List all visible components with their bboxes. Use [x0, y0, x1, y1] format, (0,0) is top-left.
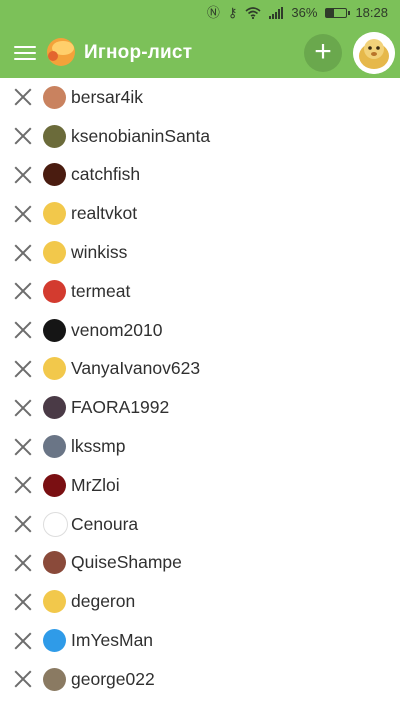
avatar: [43, 124, 66, 148]
ignore-list-item: termeat: [0, 272, 400, 311]
remove-icon[interactable]: [14, 88, 32, 106]
avatar: [43, 667, 66, 691]
remove-icon[interactable]: [14, 244, 32, 262]
avatar: [43, 590, 66, 614]
app-logo: [47, 38, 75, 66]
username[interactable]: catchfish: [71, 164, 140, 185]
avatar: [43, 318, 66, 342]
remove-icon[interactable]: [14, 632, 32, 650]
ignore-list-item: venom2010: [0, 311, 400, 350]
username[interactable]: VanyaIvanov623: [71, 358, 200, 379]
remove-icon[interactable]: [14, 360, 32, 378]
ignore-list-item: degeron: [0, 582, 400, 621]
ignore-list-item: MrZloi: [0, 466, 400, 505]
remove-icon[interactable]: [14, 476, 32, 494]
ignore-list-item: george022: [0, 660, 400, 699]
nfc-icon: Ⓝ: [206, 5, 220, 20]
clock: 18:28: [355, 5, 388, 20]
username[interactable]: Cenoura: [71, 514, 138, 535]
username[interactable]: winkiss: [71, 242, 127, 263]
remove-icon[interactable]: [14, 670, 32, 688]
username[interactable]: termeat: [71, 281, 130, 302]
ignore-list: bersar4ik ksenobianinSanta catchfish realtv…: [0, 78, 400, 699]
avatar: [43, 279, 66, 303]
avatar: [43, 511, 68, 537]
ignore-list-item: FAORA1992: [0, 388, 400, 427]
remove-icon[interactable]: [14, 554, 32, 572]
status-icons: Ⓝ ⚷ 36% 18:28: [207, 6, 388, 20]
ignore-list-item: Cenoura: [0, 505, 400, 544]
status-bar: Ⓝ ⚷ 36% 18:28: [0, 0, 400, 28]
avatar: [43, 551, 66, 575]
username[interactable]: venom2010: [71, 320, 162, 341]
remove-icon[interactable]: [14, 282, 32, 300]
remove-icon[interactable]: [14, 438, 32, 456]
username[interactable]: MrZloi: [71, 475, 120, 496]
add-button[interactable]: +: [304, 34, 342, 72]
remove-icon[interactable]: [14, 205, 32, 223]
ignore-list-item: ksenobianinSanta: [0, 117, 400, 156]
remove-icon[interactable]: [14, 399, 32, 417]
avatar: [43, 85, 66, 109]
ignore-list-item: bersar4ik: [0, 78, 400, 117]
remove-icon[interactable]: [14, 321, 32, 339]
ignore-list-item: catchfish: [0, 156, 400, 195]
page-title: Игнор-лист: [84, 42, 193, 63]
wifi-icon: [245, 7, 261, 19]
username[interactable]: degeron: [71, 591, 135, 612]
hamburger-menu-icon[interactable]: [14, 42, 36, 62]
avatar: [43, 396, 66, 420]
avatar: [43, 357, 66, 381]
remove-icon[interactable]: [14, 515, 32, 533]
avatar: [43, 163, 66, 187]
avatar: [43, 241, 66, 265]
avatar: [43, 473, 66, 497]
username[interactable]: lkssmp: [71, 436, 125, 457]
ignore-list-item: lkssmp: [0, 427, 400, 466]
username[interactable]: FAORA1992: [71, 397, 169, 418]
username[interactable]: QuiseShampe: [71, 552, 182, 573]
battery-icon: [325, 8, 351, 18]
username[interactable]: ksenobianinSanta: [71, 126, 210, 147]
signal-icon: [269, 7, 284, 19]
ignore-list-item: VanyaIvanov623: [0, 350, 400, 389]
ignore-list-item: QuiseShampe: [0, 544, 400, 583]
ignore-list-item: winkiss: [0, 233, 400, 272]
key-icon: ⚷: [227, 5, 238, 20]
username[interactable]: ImYesMan: [71, 630, 153, 651]
user-avatar[interactable]: [353, 32, 395, 74]
avatar: [43, 629, 66, 653]
battery-percent: 36%: [291, 5, 318, 20]
remove-icon[interactable]: [14, 127, 32, 145]
ignore-list-item: ImYesMan: [0, 621, 400, 660]
username[interactable]: george022: [71, 669, 155, 690]
avatar: [43, 202, 66, 226]
app-toolbar: Игнор-лист +: [0, 28, 400, 78]
username[interactable]: bersar4ik: [71, 87, 143, 108]
ignore-list-item: realtvkot: [0, 194, 400, 233]
avatar: [43, 435, 66, 459]
remove-icon[interactable]: [14, 166, 32, 184]
remove-icon[interactable]: [14, 593, 32, 611]
username[interactable]: realtvkot: [71, 203, 137, 224]
